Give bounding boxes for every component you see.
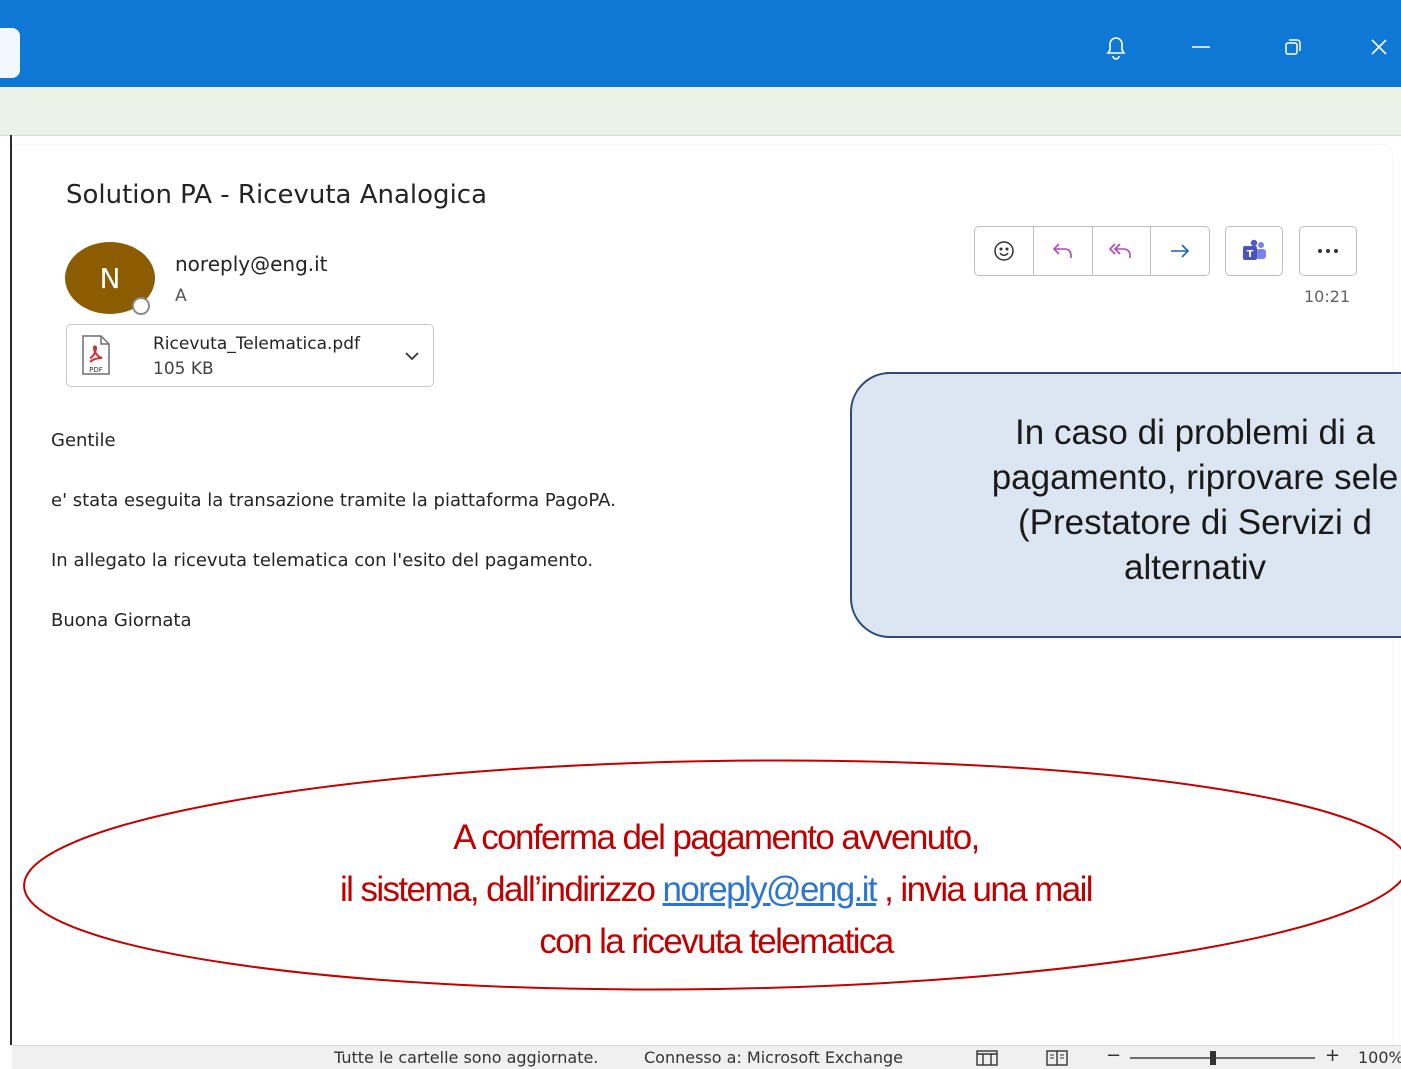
annotation-line-3: con la ricevuta telematica: [539, 922, 894, 961]
normal-view-icon[interactable]: [976, 1049, 998, 1067]
reply-icon: [1052, 243, 1072, 258]
close-icon[interactable]: [1362, 30, 1396, 64]
bell-icon[interactable]: [1099, 30, 1133, 64]
body-line-2: In allegato la ricevuta telematica con l…: [51, 550, 594, 571]
attachment-filename: Ricevuta_Telematica.pdf: [153, 334, 360, 354]
more-options-button[interactable]: [1299, 226, 1357, 276]
annotation-line-2: il sistema, dall’indirizzo noreply@eng.i…: [0, 870, 1401, 910]
body-line-1: e' stata eseguita la transazione tramite…: [51, 490, 616, 511]
minimize-icon[interactable]: [1184, 30, 1218, 64]
presence-status-icon: [132, 297, 150, 315]
ribbon-bar: [0, 87, 1401, 136]
zoom-out-icon[interactable]: −: [1106, 1045, 1121, 1066]
callout-line: pagamento, riprovare sele: [991, 458, 1399, 497]
attachment-card[interactable]: PDF Ricevuta_Telematica.pdf 105 KB: [66, 324, 434, 387]
svg-text:T: T: [1247, 249, 1254, 260]
annotation-text: il sistema, dall’indirizzo: [339, 870, 663, 909]
sender-address[interactable]: noreply@eng.it: [175, 252, 328, 276]
title-bar: [0, 0, 1401, 87]
zoom-in-icon[interactable]: +: [1325, 1045, 1340, 1066]
annotation-line-1: A conferma del pagamento avvenuto,: [453, 818, 980, 857]
annotation-email-link[interactable]: noreply@eng.it: [662, 870, 877, 909]
callout-line: In caso di problemi di a: [1015, 413, 1375, 452]
teams-button[interactable]: T: [1225, 226, 1283, 276]
body-greeting: Gentile: [51, 430, 116, 451]
callout-text: In caso di problemi di a pagamento, ripr…: [850, 410, 1401, 590]
reading-view-icon[interactable]: [1046, 1049, 1068, 1067]
forward-icon: [1171, 244, 1190, 258]
status-bar: Tutte le cartelle sono aggiornate. Conne…: [12, 1045, 1401, 1069]
callout-line: (Prestatore di Servizi d: [1017, 503, 1373, 542]
annotation-text: , invia una mail: [876, 870, 1093, 909]
more-icon: [1318, 249, 1338, 253]
svg-text:PDF: PDF: [89, 366, 103, 374]
recipient-line: A: [175, 286, 187, 306]
reply-all-icon: [1109, 243, 1132, 258]
connection-status: Connesso a: Microsoft Exchange: [644, 1048, 903, 1067]
restore-icon[interactable]: [1276, 30, 1310, 64]
search-box-stub[interactable]: [0, 28, 20, 78]
message-actions: [974, 226, 1210, 276]
email-subject: Solution PA - Ricevuta Analogica: [66, 180, 488, 210]
received-time: 10:21: [1304, 287, 1351, 306]
attachment-size: 105 KB: [153, 359, 214, 379]
zoom-slider-thumb[interactable]: [1210, 1051, 1216, 1065]
avatar-initial: N: [99, 261, 121, 295]
callout-line: alternativ: [1123, 548, 1267, 587]
forward-button[interactable]: [1151, 227, 1209, 275]
teams-icon: T: [1243, 239, 1266, 260]
reply-button[interactable]: [1034, 227, 1093, 275]
pdf-icon: PDF: [82, 335, 110, 375]
chevron-down-icon[interactable]: [403, 347, 421, 365]
body-signoff: Buona Giornata: [51, 610, 192, 631]
zoom-level[interactable]: 100%: [1358, 1048, 1401, 1067]
zoom-slider[interactable]: [1130, 1048, 1320, 1068]
emoji-icon: [994, 241, 1014, 261]
reply-all-button[interactable]: [1093, 227, 1152, 275]
emoji-button[interactable]: [975, 227, 1034, 275]
folders-status: Tutte le cartelle sono aggiornate.: [334, 1048, 599, 1067]
